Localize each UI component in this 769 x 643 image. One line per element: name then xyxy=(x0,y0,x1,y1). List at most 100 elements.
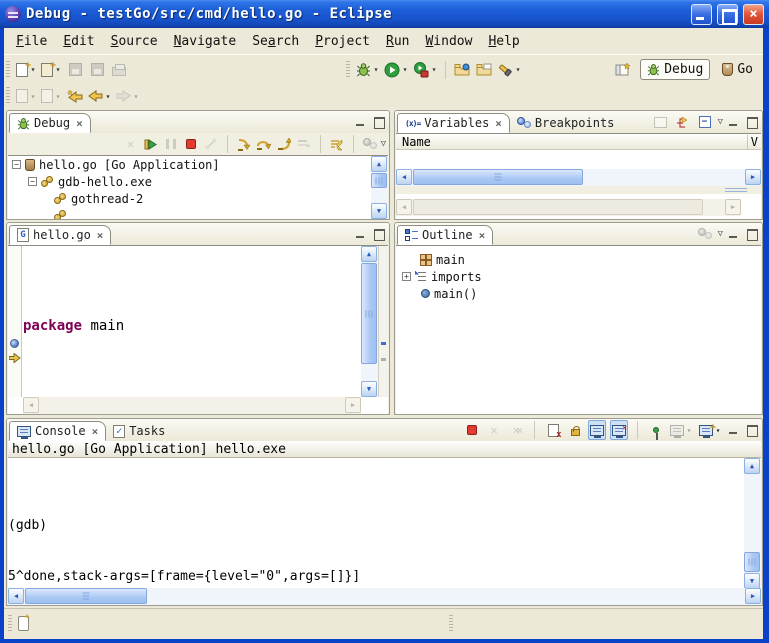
resume-button[interactable] xyxy=(142,134,160,154)
use-step-filters-button[interactable] xyxy=(328,134,346,154)
minimize-view-button[interactable] xyxy=(354,116,368,128)
remove-launch-button[interactable]: ✕ xyxy=(485,420,503,440)
close-icon[interactable]: × xyxy=(97,229,104,242)
pin-console-button[interactable] xyxy=(647,420,665,440)
tree-row[interactable]: − hello.go [Go Application] xyxy=(8,156,388,173)
expand-expander-icon[interactable]: + xyxy=(402,272,411,281)
scroll-right-button[interactable]: ▶ xyxy=(345,397,361,413)
console-output[interactable]: (gdb) 5^done,stack-args=[frame={level="0… xyxy=(8,458,744,589)
menu-source[interactable]: Source xyxy=(103,31,166,52)
scroll-right-button[interactable]: ▶ xyxy=(745,588,761,604)
clear-console-button[interactable]: x xyxy=(544,420,562,440)
scroll-down-button[interactable]: ▼ xyxy=(371,203,387,219)
tab-outline[interactable]: Outline × xyxy=(397,225,493,245)
open-perspective-button[interactable] xyxy=(612,57,634,81)
detail-pane-sash[interactable] xyxy=(396,186,761,194)
debug-vertical-scrollbar[interactable]: ▲ ▼ xyxy=(371,156,388,219)
open-element-button[interactable] xyxy=(451,58,473,82)
next-annotation-button[interactable]: ▾ xyxy=(14,84,39,108)
collapse-expander-icon[interactable]: − xyxy=(28,177,37,186)
open-console-button[interactable]: +▾ xyxy=(698,420,723,440)
variables-body[interactable]: ◀ ▶ ◀ ▶ xyxy=(396,150,761,219)
close-icon[interactable]: × xyxy=(479,229,486,242)
code-editor[interactable]: package main import "fmt" func main() { … xyxy=(23,246,361,397)
back-button[interactable]: ▾ xyxy=(86,84,114,108)
scroll-right-button[interactable]: ▶ xyxy=(745,169,761,185)
remove-all-launches-button[interactable]: ✕✕ xyxy=(507,420,525,440)
tab-variables[interactable]: (x)= Variables × xyxy=(397,113,510,133)
tree-row-partial[interactable] xyxy=(8,207,388,220)
open-resource-button[interactable] xyxy=(473,58,495,82)
menu-edit[interactable]: Edit xyxy=(55,31,102,52)
search-button[interactable]: ▾ xyxy=(495,58,524,82)
scroll-thumb[interactable] xyxy=(744,552,760,572)
toolbar-drag-handle[interactable] xyxy=(346,61,350,79)
scroll-left-button[interactable]: ◀ xyxy=(396,199,412,215)
menu-file[interactable]: File xyxy=(8,31,55,52)
scroll-thumb[interactable] xyxy=(413,199,703,215)
view-menu-icon[interactable]: ▽ xyxy=(718,117,723,127)
new-folder-button[interactable]: +▾ xyxy=(39,58,64,82)
tree-row[interactable]: gothread-2 xyxy=(8,190,388,207)
window-minimize-button[interactable] xyxy=(691,4,712,25)
maximize-view-button[interactable] xyxy=(372,228,386,240)
menu-project[interactable]: Project xyxy=(307,31,378,52)
remove-terminated-button[interactable]: ✕ xyxy=(122,134,140,154)
menu-navigate[interactable]: Navigate xyxy=(166,31,245,52)
previous-annotation-button[interactable]: ▾ xyxy=(39,84,64,108)
display-selected-console-button[interactable]: ▾ xyxy=(669,420,694,440)
view-menu-icon[interactable]: ▽ xyxy=(718,229,723,239)
show-stderr-button[interactable]: ✕ xyxy=(610,420,628,440)
tab-debug[interactable]: Debug × xyxy=(9,113,91,133)
menu-search[interactable]: Search xyxy=(244,31,307,52)
forward-button[interactable]: ▾ xyxy=(114,84,142,108)
scroll-thumb[interactable] xyxy=(361,263,377,364)
step-over-button[interactable] xyxy=(255,134,273,154)
scroll-down-button[interactable]: ▼ xyxy=(361,381,377,397)
console-vertical-scrollbar[interactable]: ▲ ▼ xyxy=(744,458,761,589)
last-edit-location-button[interactable] xyxy=(64,84,86,108)
maximize-view-button[interactable] xyxy=(745,228,759,240)
tree-row[interactable]: main xyxy=(396,251,761,268)
minimize-view-button[interactable] xyxy=(727,228,741,240)
new-wizard-button[interactable]: +▾ xyxy=(14,58,39,82)
overview-ruler[interactable] xyxy=(378,246,388,397)
perspective-go-button[interactable]: Go xyxy=(716,60,759,79)
scroll-thumb[interactable] xyxy=(413,169,583,185)
scroll-thumb[interactable] xyxy=(25,588,147,604)
column-header-name[interactable]: Name xyxy=(396,135,431,149)
maximize-view-button[interactable] xyxy=(745,424,759,436)
scroll-down-button[interactable]: ▼ xyxy=(744,573,760,589)
scroll-lock-button[interactable] xyxy=(566,420,584,440)
collapse-all-button[interactable]: − xyxy=(696,112,714,132)
console-terminate-button[interactable] xyxy=(463,420,481,440)
debug-options-button[interactable] xyxy=(361,134,379,154)
run-launch-button[interactable]: ▾ xyxy=(382,58,411,82)
column-header-value[interactable]: V xyxy=(747,135,761,149)
show-type-names-button[interactable] xyxy=(652,112,670,132)
minimize-view-button[interactable] xyxy=(354,228,368,240)
scroll-left-button[interactable]: ◀ xyxy=(23,397,39,413)
close-icon[interactable]: × xyxy=(76,117,83,130)
scroll-right-button[interactable]: ▶ xyxy=(725,199,741,215)
scroll-left-button[interactable]: ◀ xyxy=(396,169,412,185)
tab-hello-go[interactable]: G hello.go × xyxy=(9,225,111,245)
maximize-view-button[interactable] xyxy=(745,116,759,128)
terminate-button[interactable] xyxy=(182,134,200,154)
tree-row[interactable]: + imports xyxy=(396,268,761,285)
editor-vertical-scrollbar[interactable]: ▲ ▼ xyxy=(361,246,378,397)
step-return-button[interactable] xyxy=(275,134,293,154)
close-icon[interactable]: × xyxy=(92,425,99,438)
editor-marker-ruler[interactable] xyxy=(8,246,22,397)
step-into-button[interactable] xyxy=(235,134,253,154)
save-button[interactable] xyxy=(64,58,86,82)
outline-tree[interactable]: main + imports main() xyxy=(396,245,761,414)
tab-console[interactable]: Console × xyxy=(9,421,106,441)
view-menu-icon[interactable]: ▽ xyxy=(381,139,386,149)
tab-tasks[interactable]: ✓ Tasks xyxy=(106,421,172,441)
menu-run[interactable]: Run xyxy=(378,31,417,52)
minimize-view-button[interactable] xyxy=(727,424,741,436)
statusbar-handle[interactable] xyxy=(449,615,453,633)
close-icon[interactable]: × xyxy=(495,117,502,130)
print-button[interactable] xyxy=(108,58,130,82)
